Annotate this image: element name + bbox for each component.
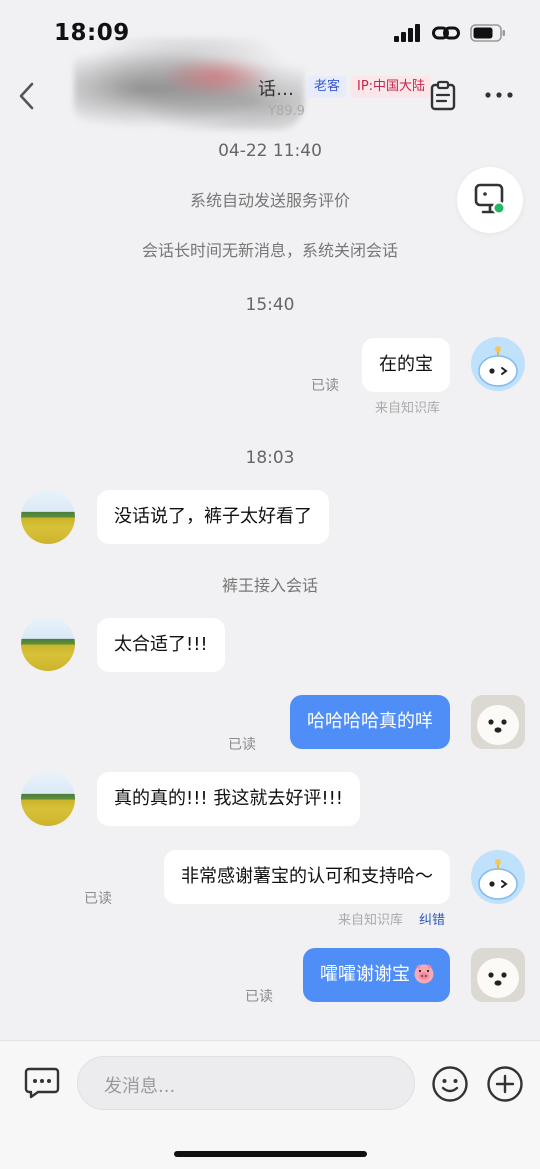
message-bubble-outgoing[interactable]: 嚯嚯谢谢宝 — [303, 948, 450, 1002]
bot-face-icon — [478, 346, 518, 387]
read-status: 已读 — [311, 378, 339, 394]
customer-avatar — [21, 617, 75, 671]
report-error-link[interactable]: 纠错 — [419, 909, 445, 928]
knowledge-source-label: 来自知识库 — [338, 913, 404, 928]
message-bubble-outgoing[interactable]: 非常感谢薯宝的认可和支持哈～ — [164, 850, 450, 904]
emoji-icon[interactable] — [431, 1065, 469, 1103]
time-stamp-1540: 15:40 — [245, 295, 295, 315]
quick-reply-icon[interactable] — [24, 1066, 60, 1100]
message-bubble-incoming[interactable]: 没话说了，裤子太好看了 — [97, 490, 329, 544]
customer-avatar — [21, 772, 75, 826]
signal-icon — [394, 24, 420, 42]
clipboard-icon[interactable] — [428, 80, 458, 112]
home-indicator — [174, 1151, 367, 1157]
customer-avatar — [21, 490, 75, 544]
message-text: 嚯嚯谢谢宝 — [320, 964, 410, 985]
read-status: 已读 — [84, 891, 112, 907]
system-close-notice: 会话长时间无新消息，系统关闭会话 — [141, 241, 398, 260]
message-bubble-incoming[interactable]: 太合适了!!! — [97, 618, 225, 672]
back-icon[interactable] — [14, 80, 42, 112]
chat-subtitle: Y89.9 — [268, 104, 305, 119]
dog-face-icon — [471, 948, 525, 1002]
service-eval-button[interactable] — [457, 167, 523, 233]
message-bubble-outgoing[interactable]: 哈哈哈哈真的咩 — [290, 695, 450, 749]
bot-avatar — [471, 850, 525, 904]
dog-face-icon — [471, 695, 525, 749]
ip-location-badge: IP:中国大陆 — [351, 76, 432, 98]
link-icon — [432, 26, 460, 40]
bot-avatar — [471, 337, 525, 391]
robot-monitor-icon — [474, 183, 506, 215]
read-status: 已读 — [245, 989, 273, 1005]
agent-avatar — [471, 948, 525, 1002]
knowledge-source-label: 来自知识库 — [375, 401, 441, 416]
read-status: 已读 — [228, 737, 256, 753]
old-customer-badge: 老客 — [308, 76, 347, 98]
agent-join-notice: 裤王接入会话 — [221, 576, 318, 595]
message-bubble-incoming[interactable]: 真的真的!!! 我这就去好评!!! — [97, 772, 361, 826]
battery-icon — [470, 24, 505, 42]
add-icon[interactable] — [486, 1065, 524, 1103]
chat-title: 话… — [258, 79, 294, 100]
status-icons — [394, 24, 506, 42]
message-input-placeholder: 发消息... — [104, 1076, 176, 1097]
message-bubble-outgoing[interactable]: 在的宝 — [362, 338, 450, 392]
agent-avatar — [471, 695, 525, 749]
more-icon[interactable] — [484, 88, 514, 102]
date-stamp: 04-22 11:40 — [218, 141, 322, 161]
pig-emoji-icon — [414, 964, 434, 984]
time-stamp-1803: 18:03 — [245, 448, 295, 468]
bot-face-icon — [478, 859, 518, 900]
